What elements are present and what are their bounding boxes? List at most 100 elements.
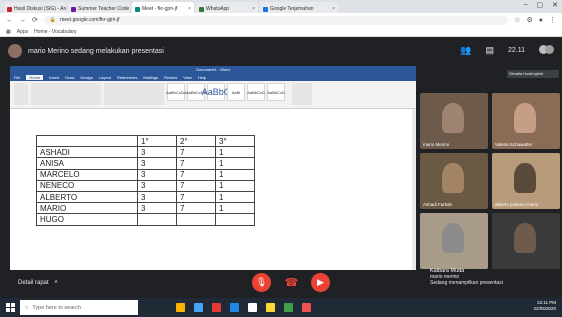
participant-tile[interactable] <box>420 213 488 269</box>
table-cell[interactable]: 1 <box>215 179 255 192</box>
style-preset[interactable]: AaBl <box>227 83 245 101</box>
people-icon[interactable]: 👥 <box>460 45 471 56</box>
participant-tile[interactable]: Valeria Schawatter <box>492 93 560 149</box>
table-cell[interactable]: 7 <box>176 179 216 192</box>
word-tab[interactable]: Mailings <box>143 75 158 80</box>
window-controls: – ▢ ✕ <box>524 1 558 9</box>
style-preset[interactable]: AaBbC <box>202 83 230 101</box>
tab-close-icon[interactable]: × <box>252 6 255 12</box>
table-cell[interactable]: 1 <box>215 202 255 215</box>
presenting-info: Kalbara Muda mario merino Sedang menampi… <box>430 268 503 286</box>
table-cell[interactable]: 3 <box>137 146 177 159</box>
address-bar: ← → ⟳ 🔒 meet.google.com/fkr-gjrn-jf ☆ ⚙ … <box>0 13 562 27</box>
tab-close-icon[interactable]: × <box>332 6 335 12</box>
participant-video <box>514 103 536 133</box>
table-cell[interactable]: 3 <box>137 168 177 181</box>
word-tab[interactable]: Insert <box>49 75 59 80</box>
participant-tile[interactable]: alberto polanco mario <box>492 153 560 209</box>
taskbar-app-icon[interactable] <box>302 303 311 312</box>
word-tab[interactable]: Design <box>80 75 92 80</box>
browser-tab[interactable]: Hasil Diskusi (SIG) - Aref× <box>4 2 66 13</box>
word-tab[interactable]: Review <box>164 75 177 80</box>
table-header-row: 1° 2° 3° <box>36 134 255 148</box>
table-cell[interactable]: 3 <box>137 190 177 204</box>
forward-icon[interactable]: → <box>19 17 26 24</box>
table-cell[interactable]: HUGO <box>36 213 138 226</box>
table-cell[interactable]: 1 <box>215 146 255 159</box>
extensions-icon[interactable]: ⚙ <box>526 16 532 24</box>
chat-icon[interactable]: ▤ <box>485 45 494 56</box>
maximize-icon[interactable]: ▢ <box>537 1 544 9</box>
style-preset[interactable]: AaBbCcD <box>267 83 285 101</box>
table-cell[interactable]: 7 <box>176 190 216 204</box>
profile-icon[interactable]: ● <box>539 17 543 24</box>
style-preset[interactable]: AaBbCcD <box>247 83 265 101</box>
bookmark-home-vocabulary[interactable]: Home - Vocabulary <box>34 29 77 35</box>
word-tab[interactable]: Layout <box>99 75 111 80</box>
table-cell[interactable]: 1 <box>215 168 255 181</box>
minimize-icon[interactable]: – <box>524 1 528 9</box>
word-tab[interactable]: Draw <box>65 75 74 80</box>
bookmark-apps[interactable]: Apps <box>17 29 28 35</box>
table-cell[interactable]: 1 <box>215 157 255 170</box>
table-cell[interactable]: MARIO <box>36 202 138 215</box>
table-cell[interactable]: 7 <box>176 202 216 215</box>
table-cell[interactable]: NENECO <box>36 179 138 192</box>
apps-icon[interactable]: ▦ <box>6 29 11 35</box>
word-tab[interactable]: Help <box>198 75 206 80</box>
taskbar-app-icon[interactable] <box>194 303 203 312</box>
meeting-details[interactable]: Detail rapat ˄ <box>18 280 58 286</box>
taskbar-app-icon[interactable] <box>266 303 275 312</box>
table-cell[interactable]: 7 <box>176 168 216 181</box>
table-cell[interactable]: 1° <box>137 134 177 148</box>
table-cell[interactable] <box>137 213 177 226</box>
taskbar-app-icon[interactable] <box>230 303 239 312</box>
back-icon[interactable]: ← <box>6 17 13 24</box>
shared-screen: Document1 - Word File Home Insert Draw Desig… <box>10 66 416 276</box>
taskbar-search[interactable]: ○ Type here to search <box>20 300 138 315</box>
url-field[interactable]: 🔒 meet.google.com/fkr-gjrn-jf <box>43 15 509 25</box>
style-preset[interactable]: AaBbCcDd <box>166 83 186 101</box>
start-button[interactable] <box>0 298 20 317</box>
word-tab[interactable]: Home <box>26 74 44 80</box>
table-cell[interactable]: 3 <box>137 202 177 215</box>
taskbar-app-icon[interactable] <box>176 303 185 312</box>
participant-tile[interactable]: Ashadi Farkah <box>420 153 488 209</box>
browser-menu-icon[interactable]: ⋮ <box>549 16 556 24</box>
taskbar-app-icon[interactable] <box>284 303 293 312</box>
leave-call-button[interactable]: ☎ <box>282 273 301 292</box>
browser-tab[interactable]: WhatsApp × <box>196 2 258 13</box>
table-cell[interactable]: ASHADI <box>36 146 138 159</box>
tab-close-icon[interactable]: × <box>188 6 191 12</box>
tab-label: WhatsApp <box>206 6 230 12</box>
table-cell[interactable]: ANISA <box>36 157 138 170</box>
browser-tab[interactable]: Google Terjemahan × <box>260 2 338 13</box>
participant-tile[interactable]: mario Merino <box>420 93 488 149</box>
table-cell[interactable] <box>36 134 138 148</box>
table-cell[interactable]: ALBERTO <box>36 190 138 204</box>
taskbar-app-icon[interactable] <box>248 303 257 312</box>
participant-tile[interactable] <box>492 213 560 269</box>
camera-off-button[interactable]: ▶ <box>311 273 330 292</box>
table-cell[interactable]: 3 <box>137 157 177 170</box>
reload-icon[interactable]: ⟳ <box>32 16 38 24</box>
bookmark-star-icon[interactable]: ☆ <box>514 16 520 24</box>
word-tab[interactable]: File <box>14 75 20 80</box>
word-tab[interactable]: View <box>183 75 192 80</box>
table-cell[interactable]: MARCELO <box>36 168 138 181</box>
word-tab[interactable]: References <box>117 75 137 80</box>
host-card: Simalia Hostingfeld <box>507 70 559 78</box>
table-cell[interactable]: 7 <box>176 157 216 170</box>
table-cell[interactable] <box>215 213 255 226</box>
table-cell[interactable]: 7 <box>176 146 216 159</box>
table-cell[interactable]: 2° <box>176 134 216 148</box>
table-cell[interactable]: 3 <box>137 179 177 192</box>
taskbar-app-icon[interactable] <box>212 303 221 312</box>
table-cell[interactable]: 3° <box>215 134 255 148</box>
mic-off-button[interactable]: 🎙 <box>252 273 271 292</box>
close-icon[interactable]: ✕ <box>552 1 558 9</box>
table-cell[interactable]: 1 <box>215 190 255 204</box>
browser-tab[interactable]: Summer Teacher Code× <box>68 2 130 13</box>
browser-tab[interactable]: Meet - fkr-gjrn-jf × <box>132 2 194 13</box>
table-cell[interactable] <box>176 213 216 226</box>
